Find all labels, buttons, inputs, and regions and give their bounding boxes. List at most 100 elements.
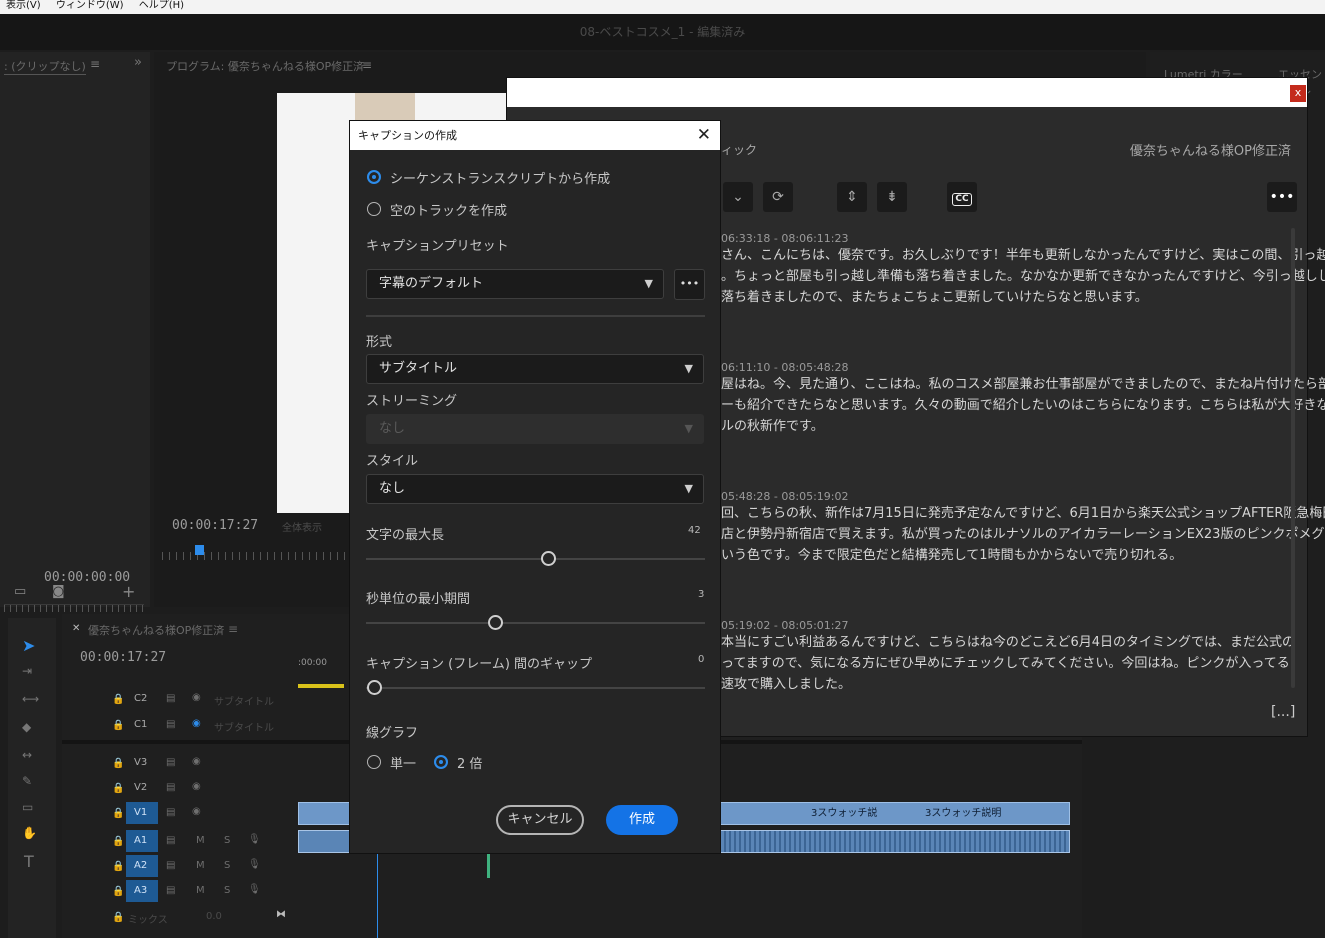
close-icon[interactable]: ✕ xyxy=(72,623,80,634)
work-area-bar[interactable] xyxy=(298,684,344,688)
video-clip-group[interactable]: 3スウォッチ説 3スウォッチ説明 xyxy=(720,802,1070,825)
marker[interactable] xyxy=(487,854,490,878)
timeline-tab[interactable]: 優奈ちゃんねる様OP修正済 xyxy=(88,622,224,638)
video-object xyxy=(355,93,415,123)
transcript-segment[interactable]: 06:33:18 - 08:06:11:23 さん、こんにちは、優奈です。お久し… xyxy=(721,232,1325,308)
type-icon[interactable]: T xyxy=(24,852,34,871)
pen-icon[interactable]: ✎ xyxy=(22,774,32,788)
format-label: 形式 xyxy=(366,335,393,350)
panel-menu-icon[interactable]: ≡ xyxy=(90,57,100,71)
segment-line: ってますので、気になる方にぜひ早めにチェックしてみてください。今回はね。ピンクが… xyxy=(721,656,1291,671)
transcript-segment[interactable]: 05:19:02 - 08:05:01:27 本当にすごい利益あるんですけど、こ… xyxy=(721,619,1291,691)
cancel-button[interactable]: キャンセル xyxy=(496,805,584,835)
track-label: A1 xyxy=(134,835,148,846)
mindur-value: 3 xyxy=(698,589,705,600)
camera-icon[interactable]: ◙ xyxy=(52,584,65,599)
preset-label: キャプションプリセット xyxy=(366,239,509,254)
track-c2[interactable]: 🔒 C2 ▤ ◉ サブタイトル xyxy=(62,688,298,712)
maxlen-slider-thumb[interactable] xyxy=(541,551,556,566)
option-transcript-label[interactable]: シーケンストランスクリプトから作成 xyxy=(390,168,610,187)
mindur-slider[interactable] xyxy=(366,622,705,624)
program-timecode[interactable]: 00:00:17:27 xyxy=(172,518,258,533)
panel-menu-icon[interactable]: ≡ xyxy=(362,58,372,72)
expand-rows-icon[interactable]: ⇕ xyxy=(837,182,867,212)
track-v3[interactable]: 🔒 V3 ▤ ◉ xyxy=(62,752,298,776)
create-captions-icon[interactable]: CC xyxy=(947,182,977,212)
mix-label: ミックス xyxy=(128,915,168,926)
timeline-playhead[interactable] xyxy=(377,844,378,938)
fit-dropdown[interactable]: 全体表示 xyxy=(282,519,322,534)
source-tab[interactable]: : (クリップなし) xyxy=(4,58,86,75)
single-label[interactable]: 単一 xyxy=(390,753,416,772)
mix-value[interactable]: 0.0 xyxy=(206,911,222,922)
mindur-slider-thumb[interactable] xyxy=(488,615,503,630)
maxlen-slider[interactable] xyxy=(366,558,705,560)
video-clip[interactable] xyxy=(298,802,350,825)
menu-window[interactable]: ウィンドウ(W) xyxy=(56,0,124,11)
hand-icon[interactable]: ✋ xyxy=(22,826,37,840)
transcript-segment[interactable]: 06:11:10 - 08:05:48:28 屋はね。今、見た通り、ここはね。私… xyxy=(721,361,1325,437)
style-select[interactable]: なし ▼ xyxy=(366,474,704,504)
preset-select[interactable]: 字幕のデフォルト ▼ xyxy=(366,269,664,299)
close-icon[interactable]: ✕ xyxy=(697,121,711,150)
create-button[interactable]: 作成 xyxy=(606,805,678,835)
timeline-timecode[interactable]: 00:00:17:27 xyxy=(80,650,166,665)
chevron-down-icon[interactable]: ⌄ xyxy=(723,182,753,212)
gap-slider[interactable] xyxy=(366,687,705,689)
streaming-label: ストリーミング xyxy=(366,394,458,409)
slip-icon[interactable]: ↔ xyxy=(22,748,32,762)
refresh-icon[interactable]: ⟳ xyxy=(763,182,793,212)
radio-empty-track[interactable] xyxy=(367,202,381,216)
segment-line: 店と伊勢丹新宿店で買えます。私が買ったのはルナソルのアイカラーレーションEX23… xyxy=(721,527,1325,542)
radio-single[interactable] xyxy=(367,755,381,769)
app-title: 08-ベストコスメ_1 - 編集済み xyxy=(0,14,1325,50)
mix-end-icon[interactable]: ⧓ xyxy=(276,909,286,920)
collapse-rows-icon[interactable]: ⇟ xyxy=(877,182,907,212)
track-a1[interactable]: 🔒 A1 ▤ M S 🎙 xyxy=(62,830,298,854)
track-a2[interactable]: 🔒 A2 ▤ M S 🎙 xyxy=(62,855,298,879)
audio-clip-group[interactable] xyxy=(720,830,1070,853)
streaming-select: なし ▼ xyxy=(366,414,704,444)
add-button-icon[interactable]: + xyxy=(122,582,135,601)
transcript-tab[interactable]: ィック xyxy=(721,141,757,158)
radio-double[interactable] xyxy=(434,755,448,769)
double-label[interactable]: 2 倍 xyxy=(457,753,482,772)
selection-tool-icon[interactable]: ➤ xyxy=(22,636,35,655)
track-select-icon[interactable]: ⇥ xyxy=(22,664,32,678)
dialog-title: キャプションの作成 xyxy=(350,121,720,150)
ripple-edit-icon[interactable]: ⟷ xyxy=(22,692,39,706)
track-v2[interactable]: 🔒 V2 ▤ ◉ xyxy=(62,777,298,801)
menu-view[interactable]: 表示(V) xyxy=(6,0,41,11)
track-c1[interactable]: 🔒 C1 ▤ ◉ サブタイトル xyxy=(62,714,298,738)
source-monitor: : (クリップなし) ≡ » 00:00:00:00 ▭ ◙ + xyxy=(0,52,150,612)
program-ruler[interactable] xyxy=(162,552,352,560)
scrollbar[interactable] xyxy=(1291,228,1295,688)
panel-menu-icon[interactable]: ≡ xyxy=(228,622,238,636)
playhead-icon[interactable] xyxy=(195,545,204,555)
format-select[interactable]: サブタイトル ▼ xyxy=(366,354,704,384)
export-frame-icon[interactable]: ▭ xyxy=(14,584,26,599)
style-label: スタイル xyxy=(366,454,419,469)
track-label: C1 xyxy=(134,719,148,730)
track-a3[interactable]: 🔒 A3 ▤ M S 🎙 xyxy=(62,880,298,904)
more-icon[interactable]: ••• xyxy=(1267,182,1297,212)
rectangle-icon[interactable]: ▭ xyxy=(22,800,33,814)
segment-line: 屋はね。今、見た通り、ここはね。私のコスメ部屋兼お仕事部屋ができましたので、また… xyxy=(721,377,1325,392)
transcript-segment[interactable]: 05:48:28 - 08:05:19:02 回、こちらの秋、新作は7月15日に… xyxy=(721,490,1325,566)
track-mix[interactable]: 🔒 ミックス 0.0 ⧓ xyxy=(62,906,298,930)
chevron-down-icon: ▼ xyxy=(684,482,693,495)
preset-more-button[interactable]: ••• xyxy=(674,269,705,300)
expand-icon[interactable]: [...] xyxy=(1271,704,1295,720)
razor-icon[interactable]: ◆ xyxy=(22,720,31,734)
program-tab[interactable]: プログラム: 優奈ちゃんねる様OP修正済 xyxy=(166,58,364,74)
option-empty-label[interactable]: 空のトラックを作成 xyxy=(390,200,507,219)
audio-clip[interactable] xyxy=(298,830,350,853)
source-ruler[interactable] xyxy=(4,604,144,612)
preset-value: 字幕のデフォルト xyxy=(379,276,484,291)
track-v1[interactable]: 🔒 V1 ▤ ◉ xyxy=(62,802,298,826)
radio-transcript[interactable] xyxy=(367,170,381,184)
close-icon[interactable]: x xyxy=(1290,85,1306,102)
menu-help[interactable]: ヘルプ(H) xyxy=(139,0,184,11)
gap-slider-thumb[interactable] xyxy=(367,680,382,695)
expand-icon[interactable]: » xyxy=(134,55,142,70)
